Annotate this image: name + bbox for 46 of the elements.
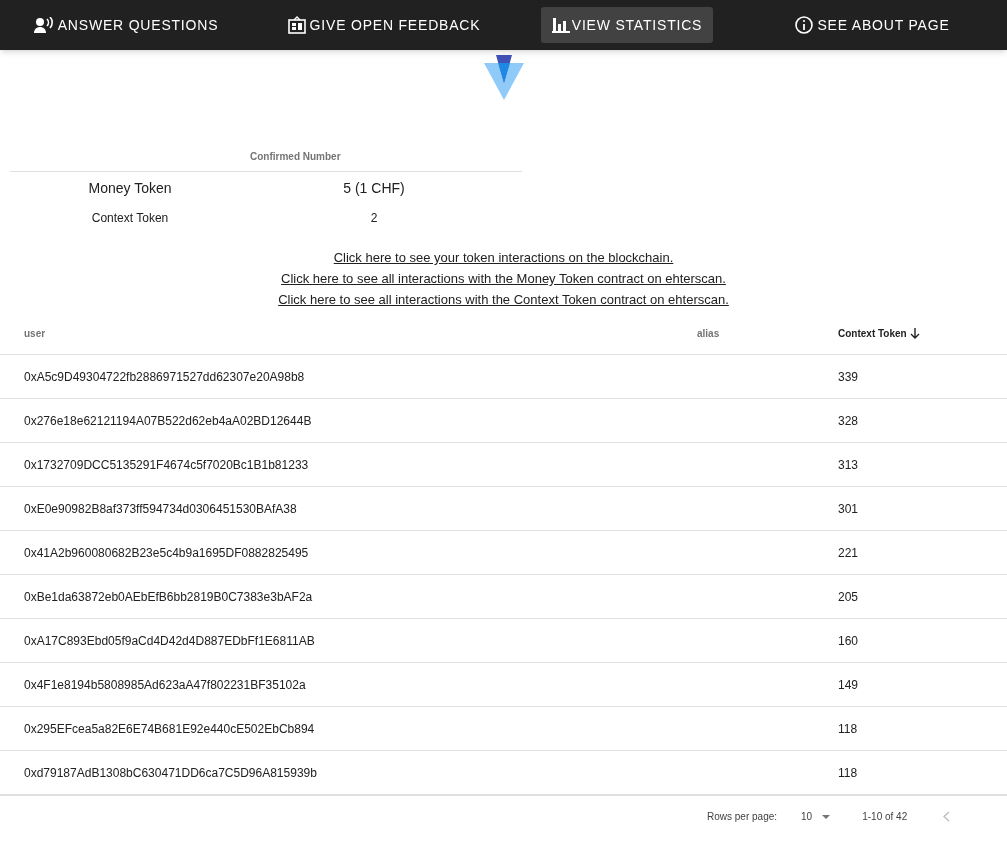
column-header: Confirmed Number	[250, 150, 341, 164]
table-cell: 0xBe1da63872eb0AEbEfB6bb2819B0C7383e3bAF2a	[24, 589, 313, 604]
column-header[interactable]: user	[24, 326, 46, 341]
table-cell: 118	[838, 765, 858, 780]
link[interactable]: Click here to see all interactions with the Context Token contract on ehterscan.	[278, 290, 729, 309]
column-header[interactable]: alias	[697, 326, 720, 341]
table-cell-text: 2	[369, 210, 379, 227]
table-cell: 221	[838, 545, 859, 560]
board-icon	[287, 16, 306, 34]
table-cell: 0x276e18e62121194A07B522d62eb4aA02BD12644B	[24, 413, 312, 428]
rows-per-page-select[interactable]: 10	[801, 809, 831, 824]
table-cell: 149	[838, 677, 859, 692]
table-cell: 0x41A2b960080682B23e5c4b9a1695DF0882825495	[24, 545, 309, 560]
table-cell: 160	[838, 633, 859, 648]
table-cell: 205	[838, 589, 859, 604]
page-range: 1-10 of 42	[862, 810, 908, 824]
chevron-left-icon	[943, 811, 951, 822]
table-cell: 0xA5c9D49304722fb2886971527dd62307e20A98b8	[24, 369, 305, 384]
link[interactable]: Click here to see your token interactions on the blockchain.	[333, 248, 674, 267]
caret-icon	[822, 814, 831, 819]
nav-tab[interactable]: GIVE OPEN FEEDBACK	[283, 7, 485, 43]
table-cell: 301	[838, 501, 859, 516]
nav-tab[interactable]: ANSWER QUESTIONS	[29, 7, 223, 43]
speaking-person-icon	[33, 17, 54, 33]
rows-per-page-label: Rows per page:	[707, 810, 778, 824]
previous-page-button[interactable]	[943, 811, 951, 822]
table-cell: 0x1732709DCC5135291F4674c5f7020Bc1B1b81233	[24, 457, 309, 472]
table-cell: 339	[838, 369, 859, 384]
table-cell: 313	[838, 457, 859, 472]
column-header[interactable]: Context Token	[838, 326, 907, 341]
link[interactable]: Click here to see all interactions with the Money Token contract on ehterscan.	[281, 269, 726, 288]
logo-icon	[483, 55, 524, 100]
table-cell-text: Context Token	[90, 210, 170, 227]
table-cell: 0x295EFcea5a82E6E74B681E92e440cE502EbCb894	[24, 721, 315, 736]
nav-tab[interactable]: VIEW STATISTICS	[541, 7, 713, 43]
info-icon	[795, 16, 814, 34]
bar-chart-icon	[551, 17, 570, 33]
table-cell-text: 5 (1 CHF)	[342, 178, 406, 198]
table-cell: 0xd79187AdB1308bC630471DD6ca7C5D96A815939b	[24, 765, 317, 780]
nav-tab[interactable]: SEE ABOUT PAGE	[791, 7, 954, 43]
table-cell: 118	[838, 721, 858, 736]
table-cell: 0x4F1e8194b5808985Ad623aA47f802231BF35102a	[24, 677, 306, 692]
table-cell: 0xE0e90982B8af373ff594734d0306451530BAfA38	[24, 501, 297, 516]
table-cell-text: Money Token	[87, 178, 173, 198]
table-cell: 0xA17C893Ebd05f9aCd4D42d4D887EDbFf1E6811AB	[24, 633, 315, 648]
table-cell: 328	[838, 413, 859, 428]
